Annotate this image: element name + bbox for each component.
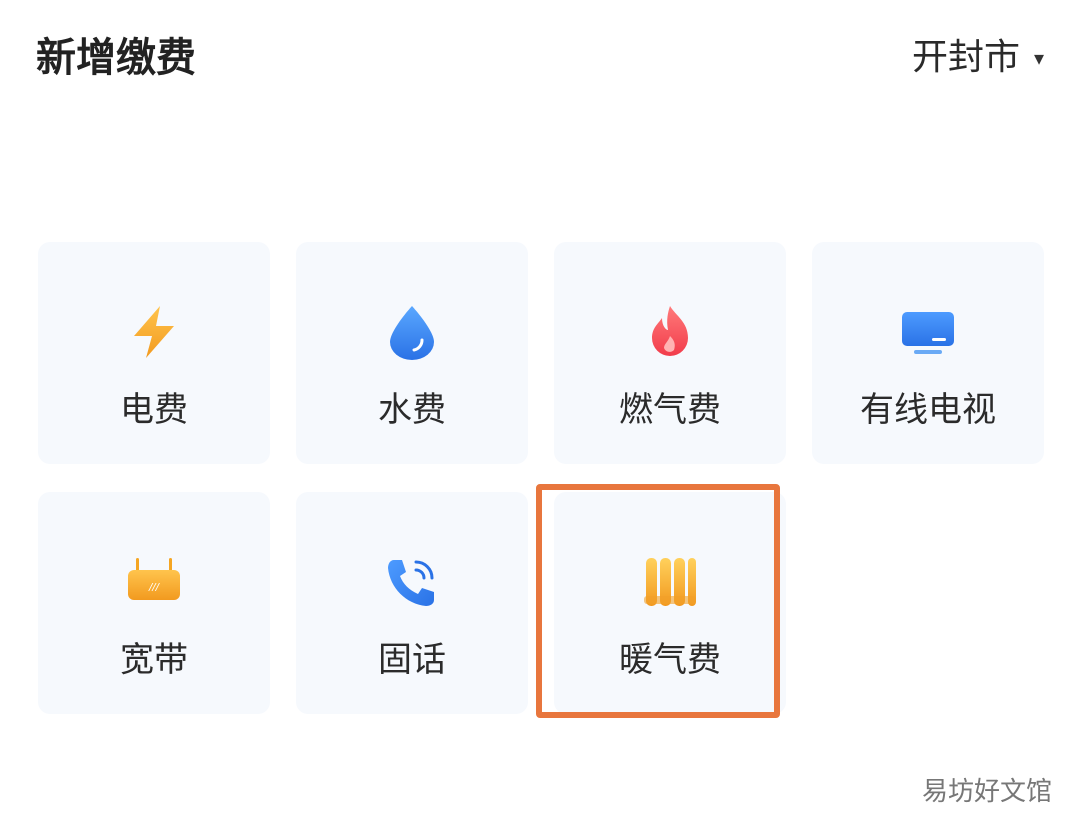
page-title: 新增缴费 [36, 35, 196, 81]
tile-label: 燃气费 [619, 390, 721, 430]
watermark: 易坊好文馆 [921, 777, 1052, 807]
water-drop-icon [380, 300, 444, 364]
caret-down-icon: ▾ [1033, 46, 1044, 70]
svg-text:///: /// [148, 582, 161, 593]
tile-electricity[interactable]: 电费 [38, 242, 270, 464]
payment-sheet: 新增缴费 开封市 ▾ 电费 水费 燃气费 有线电视 /// 宽带 固话 暖气费 … [0, 0, 1080, 826]
lightning-icon [122, 300, 186, 364]
city-label: 开封市 [911, 37, 1020, 78]
tile-label: 有线电视 [860, 390, 996, 430]
tile-heating[interactable]: 暖气费 [554, 492, 786, 714]
phone-icon [380, 550, 444, 614]
tv-icon [896, 300, 960, 364]
radiator-icon [638, 550, 702, 614]
tile-landline[interactable]: 固话 [296, 492, 528, 714]
router-icon: /// [122, 550, 186, 614]
tile-label: 宽带 [120, 640, 188, 680]
tile-water[interactable]: 水费 [296, 242, 528, 464]
tile-label: 固话 [378, 640, 446, 680]
tile-label: 水费 [378, 390, 446, 430]
tile-gas[interactable]: 燃气费 [554, 242, 786, 464]
tile-cable-tv[interactable]: 有线电视 [812, 242, 1044, 464]
tile-broadband[interactable]: /// 宽带 [38, 492, 270, 714]
tile-label: 暖气费 [619, 640, 721, 680]
flame-icon [638, 300, 702, 364]
city-selector[interactable]: 开封市 ▾ [912, 32, 1044, 84]
tile-label: 电费 [120, 390, 188, 430]
